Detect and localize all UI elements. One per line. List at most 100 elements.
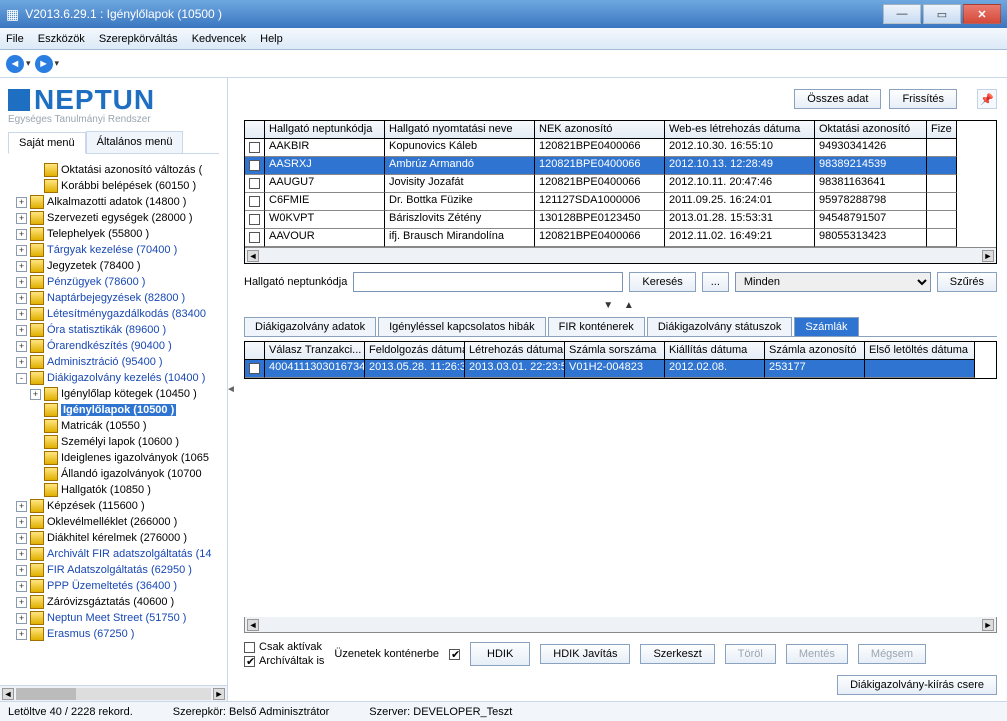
search-input[interactable] <box>353 272 623 292</box>
tree-item[interactable]: Matricák (10550 ) <box>2 418 227 434</box>
tree-item[interactable]: Igénylőlapok (10500 ) <box>2 402 227 418</box>
column-header[interactable]: Oktatási azonosító <box>815 121 927 139</box>
column-header[interactable]: Számla sorszáma <box>565 342 665 360</box>
row-checkbox[interactable] <box>249 196 260 207</box>
detail-tab[interactable]: Diákigazolvány adatok <box>244 317 376 336</box>
filter-button[interactable]: Szűrés <box>937 272 997 292</box>
column-header[interactable]: Fize <box>927 121 957 139</box>
grid-scroll-right[interactable]: ► <box>982 250 994 262</box>
pin-button[interactable]: 📌 <box>977 89 997 109</box>
tree-expander-icon[interactable]: + <box>16 293 27 304</box>
row-checkbox[interactable] <box>249 142 260 153</box>
tree-item[interactable]: +Pénzügyek (78600 ) <box>2 274 227 290</box>
detail-tab[interactable]: Diákigazolvány státuszok <box>647 317 793 336</box>
row-checkbox[interactable] <box>249 363 260 374</box>
tree-item[interactable]: +Diákhitel kérelmek (276000 ) <box>2 530 227 546</box>
column-header[interactable]: Létrehozás dátuma <box>465 342 565 360</box>
tree-expander-icon[interactable]: + <box>16 245 27 256</box>
detail-grid[interactable]: Válasz Tranzakci...Feldolgozás dátumaLét… <box>244 341 997 379</box>
tree-expander-icon[interactable]: + <box>16 533 27 544</box>
tree-expander-icon[interactable]: + <box>16 261 27 272</box>
table-row[interactable]: C6FMIEDr. Bottka Füzike121127SDA10000062… <box>245 193 996 211</box>
menu-help[interactable]: Help <box>260 33 283 45</box>
table-row[interactable]: W0KVPTBáriszlovits Zétény130128BPE012345… <box>245 211 996 229</box>
tree-item[interactable]: +Oklevélmelléklet (266000 ) <box>2 514 227 530</box>
edit-button[interactable]: Szerkeszt <box>640 644 714 664</box>
maximize-button[interactable]: ▭ <box>923 4 961 24</box>
tree-item[interactable]: +Telephelyek (55800 ) <box>2 226 227 242</box>
tree-expander-icon[interactable]: + <box>16 517 27 528</box>
panel-separator[interactable]: ▼ ▲ <box>234 300 1007 311</box>
tree-expander-icon[interactable]: + <box>16 341 27 352</box>
tab-general-menu[interactable]: Általános menü <box>86 131 184 153</box>
tree-expander-icon[interactable]: + <box>16 277 27 288</box>
search-button[interactable]: Keresés <box>629 272 695 292</box>
tree-item[interactable]: +Adminisztráció (95400 ) <box>2 354 227 370</box>
table-row[interactable]: AASRXJAmbrúz Armandó120821BPE04000662012… <box>245 157 996 175</box>
tree-item[interactable]: +Naptárbejegyzések (82800 ) <box>2 290 227 306</box>
detail-tab[interactable]: FIR konténerek <box>548 317 645 336</box>
table-row[interactable]: 40041113030167342013.05.28. 11:26:32013.… <box>245 360 996 378</box>
detail-scroll-right[interactable]: ► <box>982 619 994 631</box>
tree-item[interactable]: +PPP Üzemeltetés (36400 ) <box>2 578 227 594</box>
column-header[interactable]: Feldolgozás dátuma <box>365 342 465 360</box>
tree-item[interactable]: +Órarendkészítés (90400 ) <box>2 338 227 354</box>
nav-tree[interactable]: Oktatási azonosító változás ( Korábbi be… <box>0 158 227 685</box>
delete-button[interactable]: Töröl <box>725 644 776 664</box>
tree-expander-icon[interactable]: + <box>16 597 27 608</box>
tree-item[interactable]: +Létesítménygazdálkodás (83400 <box>2 306 227 322</box>
detail-tab[interactable]: Számlák <box>794 317 858 336</box>
tree-expander-icon[interactable]: + <box>16 565 27 576</box>
tree-item[interactable]: +Igénylőlap kötegek (10450 ) <box>2 386 227 402</box>
detail-scroll-left[interactable]: ◄ <box>247 619 259 631</box>
tree-expander-icon[interactable]: + <box>16 229 27 240</box>
tree-expander-icon[interactable]: + <box>16 549 27 560</box>
tree-item[interactable]: Ideiglenes igazolványok (1065 <box>2 450 227 466</box>
table-row[interactable]: AAKBIRKopunovics Káleb120821BPE040006620… <box>245 139 996 157</box>
minimize-button[interactable]: — <box>883 4 921 24</box>
tree-expander-icon[interactable]: + <box>30 389 41 400</box>
detail-tab[interactable]: Igényléssel kapcsolatos hibák <box>378 317 546 336</box>
tree-expander-icon[interactable]: + <box>16 613 27 624</box>
tree-item[interactable]: +Alkalmazotti adatok (14800 ) <box>2 194 227 210</box>
column-header[interactable]: Web-es létrehozás dátuma <box>665 121 815 139</box>
column-header[interactable]: Hallgató neptunkódja <box>265 121 385 139</box>
column-header[interactable]: Kiállítás dátuma <box>665 342 765 360</box>
tree-expander-icon[interactable]: + <box>16 357 27 368</box>
tree-item[interactable]: +Erasmus (67250 ) <box>2 626 227 642</box>
tree-item[interactable]: Személyi lapok (10600 ) <box>2 434 227 450</box>
refresh-button[interactable]: Frissítés <box>889 89 957 109</box>
row-checkbox[interactable] <box>249 178 260 189</box>
nav-back-button[interactable]: ◄ <box>6 55 24 73</box>
menu-file[interactable]: File <box>6 33 24 45</box>
column-header[interactable] <box>245 342 265 360</box>
table-row[interactable]: AAVOURifj. Brausch Mirandolína120821BPE0… <box>245 229 996 247</box>
tree-expander-icon[interactable]: + <box>16 501 27 512</box>
tree-item[interactable]: Állandó igazolványok (10700 <box>2 466 227 482</box>
tree-item[interactable]: Hallgatók (10850 ) <box>2 482 227 498</box>
tree-item[interactable]: +Szervezeti egységek (28000 ) <box>2 210 227 226</box>
row-checkbox[interactable] <box>249 160 260 171</box>
nav-forward-dropdown[interactable]: ▾ <box>55 58 60 69</box>
table-row[interactable]: AAUGU7Jovisity Jozafát120821BPE040006620… <box>245 175 996 193</box>
tree-expander-icon[interactable]: + <box>16 325 27 336</box>
column-header[interactable]: Hallgató nyomtatási neve <box>385 121 535 139</box>
messages-container-checkbox[interactable]: ✔ <box>449 649 460 660</box>
tree-item[interactable]: +Neptun Meet Street (51750 ) <box>2 610 227 626</box>
tree-item[interactable]: +Tárgyak kezelése (70400 ) <box>2 242 227 258</box>
tree-expander-icon[interactable]: + <box>16 581 27 592</box>
column-header[interactable]: Első letöltés dátuma <box>865 342 975 360</box>
archived-checkbox[interactable]: ✔ Archíváltak is <box>244 655 324 667</box>
tree-expander-icon[interactable]: + <box>16 213 27 224</box>
menu-roleswap[interactable]: Szerepkörváltás <box>99 33 178 45</box>
nav-forward-button[interactable]: ► <box>35 55 53 73</box>
tree-expander-icon[interactable]: + <box>16 629 27 640</box>
id-card-swap-button[interactable]: Diákigazolvány-kiírás csere <box>837 675 997 695</box>
tree-item[interactable]: +Záróvizsgáztatás (40600 ) <box>2 594 227 610</box>
tree-item[interactable]: +Óra statisztikák (89600 ) <box>2 322 227 338</box>
tree-expander-icon[interactable]: + <box>16 197 27 208</box>
tree-item[interactable]: +Képzések (115600 ) <box>2 498 227 514</box>
tree-expander-icon[interactable]: + <box>16 309 27 320</box>
nav-back-dropdown[interactable]: ▾ <box>26 58 31 69</box>
grid-scroll-left[interactable]: ◄ <box>247 250 259 262</box>
